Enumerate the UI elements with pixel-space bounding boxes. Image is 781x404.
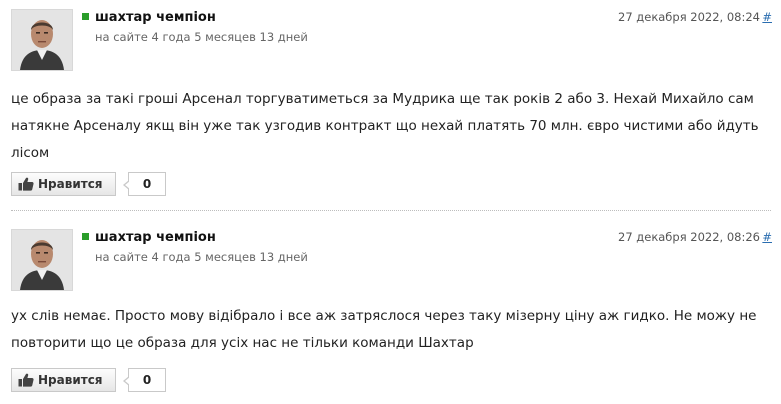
comment-timestamp: 27 декабря 2022, 08:26	[618, 230, 760, 244]
like-button[interactable]: Нравится	[11, 368, 116, 392]
avatar[interactable]	[11, 229, 73, 291]
membership-duration: на сайте 4 года 5 месяцев 13 дней	[95, 250, 308, 264]
thumbs-up-icon	[18, 373, 34, 387]
comment: шахтар чемпіон на сайте 4 года 5 месяцев…	[0, 0, 781, 404]
online-status-icon	[82, 233, 89, 240]
user-avatar-icon	[12, 230, 72, 290]
comment-text: ух слів немає. Просто мову відібрало і в…	[11, 308, 757, 351]
like-count: 0	[123, 368, 166, 392]
like-button-label: Нравится	[38, 373, 103, 387]
comment-permalink[interactable]: #	[762, 230, 772, 244]
comment-author[interactable]: шахтар чемпіон	[95, 230, 216, 245]
